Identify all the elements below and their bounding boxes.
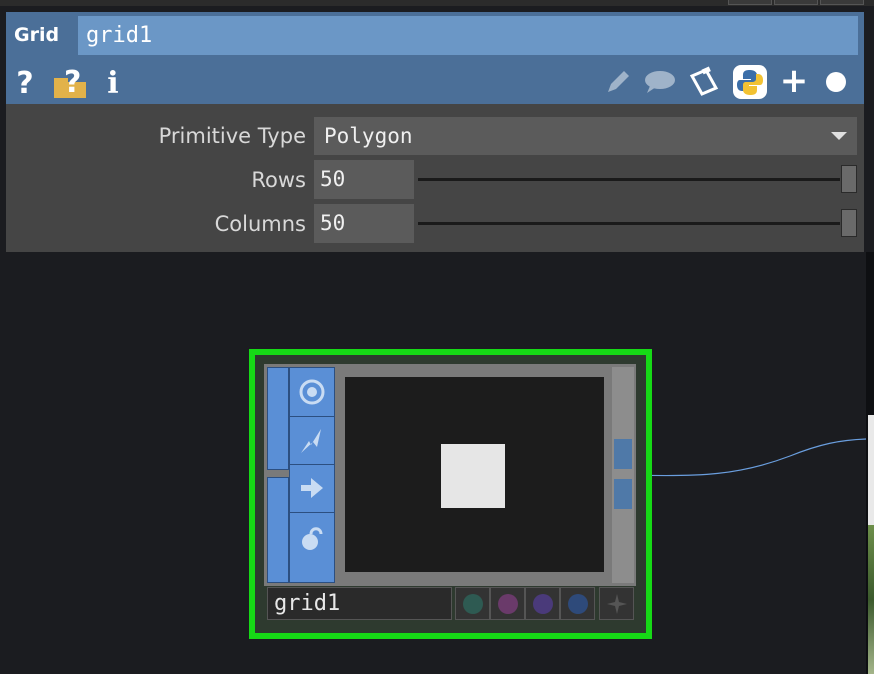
rows-field[interactable]: 50 <box>314 160 414 199</box>
output-connector[interactable] <box>614 479 632 509</box>
node-dot-cell[interactable] <box>525 587 560 620</box>
rows-slider-handle[interactable] <box>841 165 857 193</box>
svg-text:?: ? <box>64 66 81 100</box>
connection-wire[interactable] <box>630 430 870 490</box>
columns-slider[interactable] <box>418 222 840 225</box>
status-dot <box>497 593 518 614</box>
rows-slider[interactable] <box>418 178 840 181</box>
columns-label: Columns <box>214 212 306 236</box>
lock-flag-icon[interactable] <box>289 513 335 561</box>
help-icon[interactable]: ? <box>12 66 38 101</box>
node-dot-cell[interactable] <box>599 587 634 620</box>
input-connector[interactable] <box>267 367 289 470</box>
node-dot-cell[interactable] <box>455 587 490 620</box>
operator-type-label: Grid <box>14 24 60 46</box>
status-dot <box>567 593 588 614</box>
viewer-thumbnail-image <box>868 525 874 674</box>
python-icon[interactable] <box>732 64 768 100</box>
bypass-flag-icon[interactable] <box>289 417 335 463</box>
window-button[interactable] <box>820 0 864 5</box>
output-connector[interactable] <box>614 439 632 469</box>
output-strip <box>612 367 634 583</box>
primitive-type-value: Polygon <box>324 124 413 148</box>
chevron-down-icon <box>829 117 849 167</box>
columns-slider-handle[interactable] <box>841 209 857 237</box>
window-button[interactable] <box>728 0 772 5</box>
clipboard-icon[interactable] <box>686 64 722 100</box>
input-connector[interactable] <box>267 477 289 583</box>
viewer-flag-icon[interactable] <box>289 369 335 415</box>
star-icon <box>606 593 627 614</box>
grid-preview-square <box>441 444 505 508</box>
window-button[interactable] <box>774 0 818 5</box>
node-dot-cell[interactable] <box>560 587 595 620</box>
rows-label: Rows <box>251 168 306 192</box>
operator-help-icon[interactable]: ? <box>50 65 90 100</box>
circle-icon[interactable] <box>824 70 848 94</box>
parameter-panel: Primitive Type Polygon Rows 50 Columns 5… <box>6 104 864 252</box>
comment-icon[interactable] <box>642 66 678 98</box>
primitive-type-dropdown[interactable]: Polygon <box>314 117 857 155</box>
columns-field[interactable]: 50 <box>314 204 414 243</box>
plus-icon[interactable]: + <box>778 61 810 101</box>
info-icon[interactable]: i <box>102 66 124 101</box>
pencil-icon[interactable] <box>602 66 634 98</box>
primitive-type-label: Primitive Type <box>158 124 306 148</box>
status-dot <box>532 593 553 614</box>
status-dot <box>462 593 483 614</box>
node-dot-cell[interactable] <box>490 587 525 620</box>
operator-name-field[interactable]: grid1 <box>78 16 858 55</box>
parameter-header: Grid grid1 ? ? i + <box>6 12 864 104</box>
node-name-label[interactable]: grid1 <box>267 587 452 620</box>
display-flag-icon[interactable] <box>289 465 335 511</box>
